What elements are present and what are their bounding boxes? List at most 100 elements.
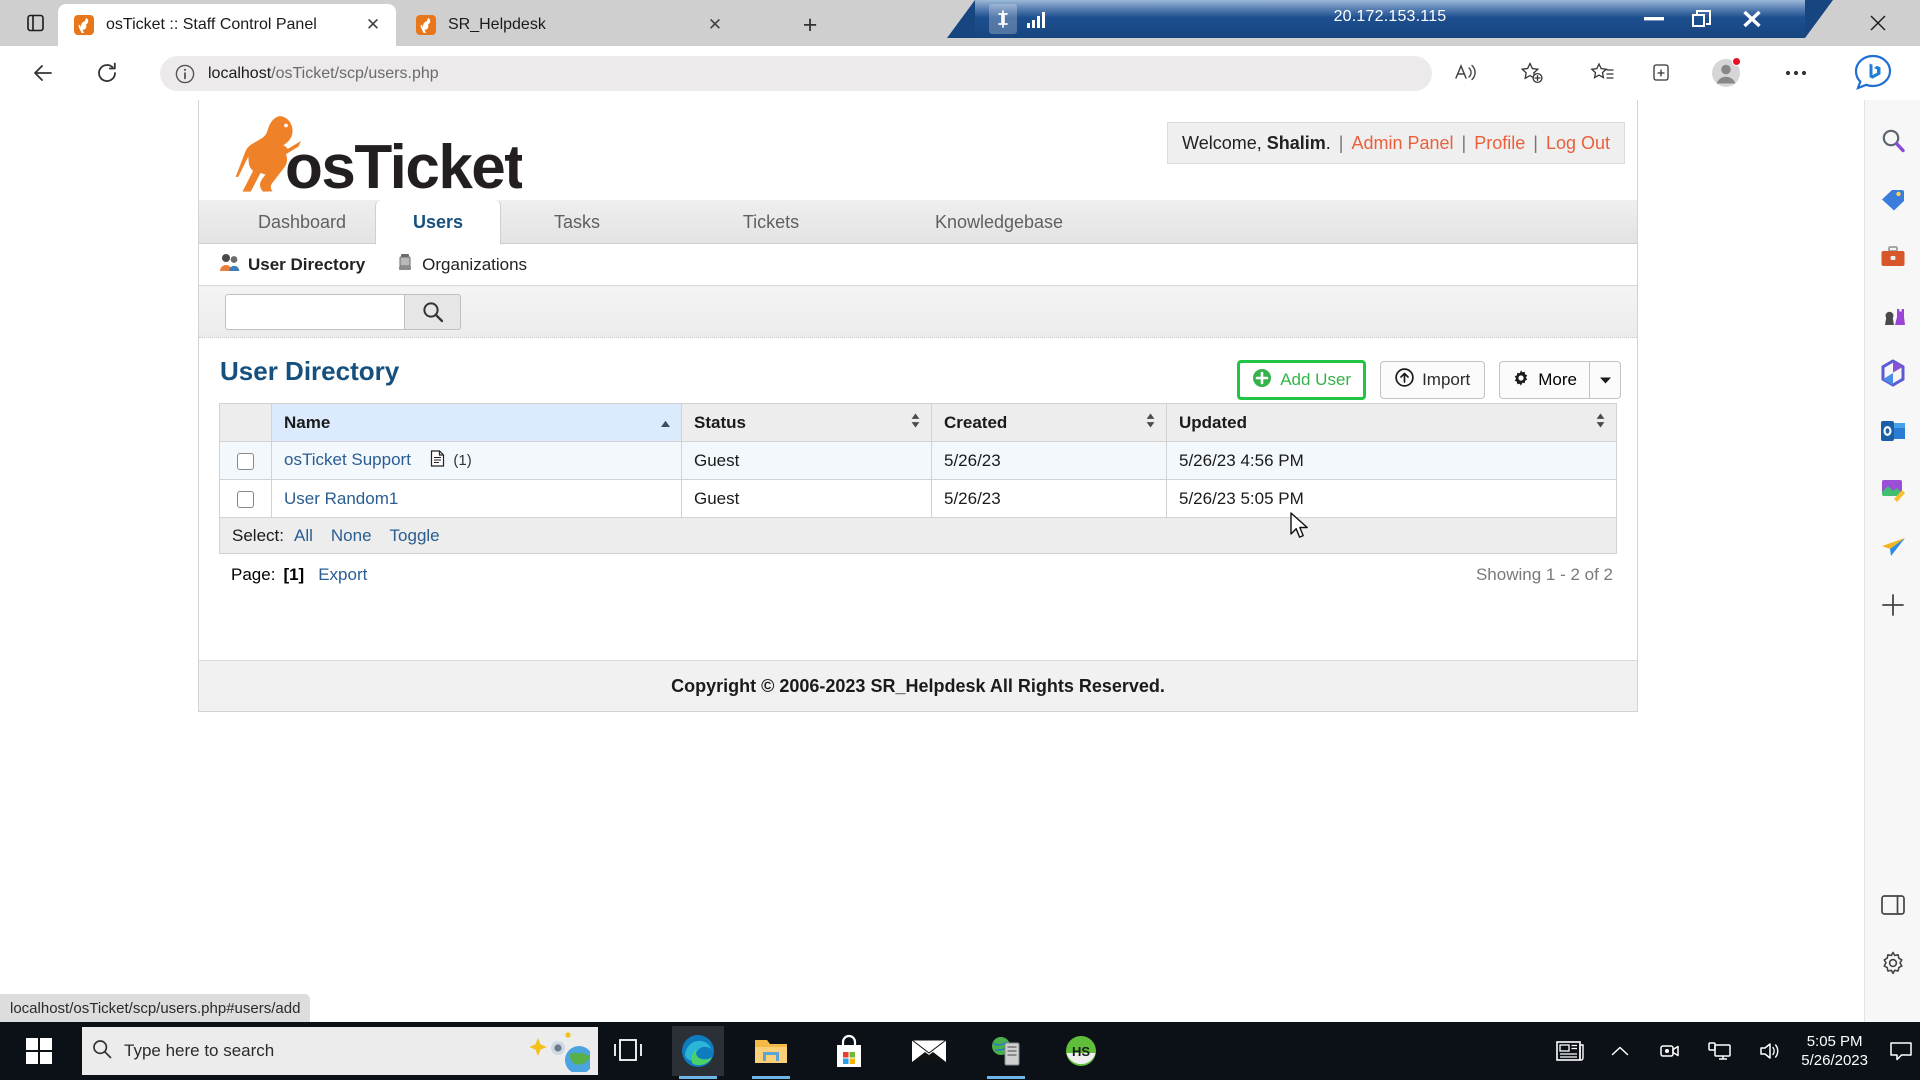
taskbar-app-heidisql[interactable]: HS [1055, 1026, 1107, 1076]
welcome-username: Shalim [1266, 132, 1326, 153]
taskbar-app-microsoft-edge[interactable] [672, 1026, 724, 1079]
cortana-sparkle-icon[interactable] [529, 1030, 593, 1077]
clock-date: 5/26/2023 [1801, 1052, 1868, 1069]
window-close-button[interactable] [1856, 8, 1900, 38]
close-icon[interactable]: ✕ [702, 12, 728, 38]
subnav-item-organizations[interactable]: Organizations [395, 252, 527, 277]
rdp-close-button[interactable] [1729, 0, 1775, 38]
copilot-bing-icon[interactable] [1852, 52, 1894, 94]
windows-taskbar: Type here to search HS 5:05 PM 5/26/2023 [0, 1022, 1920, 1080]
camera-recording-icon[interactable] [1653, 1034, 1687, 1068]
page-viewport: osTicket Welcome, Shalim. | Admin Panel … [0, 100, 1864, 1000]
osticket-favicon [416, 15, 436, 35]
outlook-icon[interactable] [1876, 414, 1910, 448]
add-sidebar-icon[interactable] [1876, 588, 1910, 622]
address-bar[interactable]: localhost/osTicket/scp/users.php [160, 56, 1432, 91]
select-toggle-link[interactable]: Toggle [390, 526, 440, 546]
collections-icon[interactable] [1645, 54, 1683, 92]
gear-icon [1512, 369, 1530, 392]
image-editor-icon[interactable] [1876, 472, 1910, 506]
row-checkbox[interactable] [237, 452, 254, 470]
more-button[interactable]: More [1499, 361, 1589, 399]
search-input[interactable] [225, 293, 405, 330]
task-view-icon[interactable] [612, 1036, 646, 1066]
copyright-footer: Copyright © 2006-2023 SR_Helpdesk All Ri… [198, 660, 1638, 712]
logout-link[interactable]: Log Out [1546, 133, 1610, 154]
pagination-bar: Page: [1] Export Showing 1 - 2 of 2 [219, 554, 1617, 596]
tab-tasks[interactable]: Tasks [517, 200, 637, 244]
tools-briefcase-icon[interactable] [1876, 240, 1910, 274]
admin-panel-link[interactable]: Admin Panel [1351, 133, 1453, 154]
ticket-count: (1) [453, 451, 472, 469]
chevron-up-icon[interactable] [1603, 1034, 1637, 1068]
profile-notification-dot [1732, 57, 1741, 66]
osticket-favicon [74, 15, 94, 35]
subnav-item-user-directory[interactable]: User Directory [219, 252, 365, 277]
windows-start-icon[interactable] [8, 1022, 70, 1080]
sidebar-toggle-icon[interactable] [1876, 888, 1910, 922]
shopping-tag-icon[interactable] [1876, 182, 1910, 216]
document-icon[interactable] [430, 449, 450, 471]
games-chess-icon[interactable] [1876, 298, 1910, 332]
column-header-updated[interactable]: Updated [1166, 403, 1617, 442]
news-weather-icon[interactable] [1553, 1034, 1587, 1068]
cell-status: Guest [681, 441, 932, 480]
tab-title: SR_Helpdesk [448, 16, 546, 33]
taskbar-clock[interactable]: 5:05 PM 5/26/2023 [1801, 1032, 1868, 1070]
taskbar-app-microsoft-store[interactable] [823, 1026, 875, 1076]
import-label: Import [1422, 370, 1471, 389]
browser-tab-osticket[interactable]: osTicket :: Staff Control Panel ✕ [58, 4, 396, 46]
drop-paperplane-icon[interactable] [1876, 530, 1910, 564]
tab-knowledgebase[interactable]: Knowledgebase [899, 200, 1099, 244]
favorites-icon[interactable] [1583, 54, 1621, 92]
select-none-link[interactable]: None [331, 526, 372, 546]
tab-tickets[interactable]: Tickets [711, 200, 831, 244]
read-aloud-icon[interactable] [1447, 54, 1485, 92]
current-page[interactable]: [1] [283, 565, 304, 585]
new-tab-button[interactable]: + [795, 10, 825, 40]
plus-circle-icon [1252, 368, 1280, 393]
reload-icon[interactable] [88, 54, 126, 92]
rdp-restore-button[interactable] [1679, 0, 1725, 38]
gear-icon[interactable] [1876, 946, 1910, 980]
status-bar: localhost/osTicket/scp/users.php#users/a… [0, 994, 311, 1022]
microsoft-365-icon[interactable] [1876, 356, 1910, 390]
info-circle-icon[interactable] [174, 63, 196, 85]
rdp-minimize-button[interactable] [1631, 0, 1677, 38]
select-all-link[interactable]: All [294, 526, 313, 546]
taskbar-app-file-explorer[interactable] [745, 1026, 797, 1079]
row-checkbox[interactable] [237, 490, 254, 508]
close-icon[interactable]: ✕ [360, 12, 386, 38]
add-favorite-icon[interactable] [1513, 54, 1551, 92]
export-link[interactable]: Export [318, 565, 367, 585]
user-name-link[interactable]: User Random1 [284, 489, 398, 508]
search-bar [199, 286, 1637, 338]
select-all-column [219, 403, 272, 442]
column-label: Updated [1179, 412, 1247, 432]
chevron-down-icon[interactable] [1589, 361, 1621, 399]
user-name-link[interactable]: osTicket Support [284, 450, 411, 469]
import-button[interactable]: Import [1380, 361, 1486, 399]
add-user-button[interactable]: Add User [1237, 360, 1367, 400]
taskbar-app-iis-manager[interactable] [980, 1026, 1032, 1079]
back-arrow-icon[interactable] [24, 54, 62, 92]
network-icon[interactable] [1703, 1034, 1737, 1068]
notification-icon[interactable] [1882, 1022, 1920, 1080]
tab-users[interactable]: Users [375, 200, 501, 245]
subnav-label: Organizations [422, 254, 528, 274]
volume-icon[interactable] [1753, 1034, 1787, 1068]
taskbar-app-mail[interactable] [903, 1026, 955, 1076]
column-header-status[interactable]: Status [681, 403, 932, 442]
column-header-name[interactable]: Name [271, 403, 682, 442]
taskbar-search-box[interactable]: Type here to search [82, 1027, 598, 1075]
settings-more-icon[interactable] [1777, 54, 1815, 92]
profile-avatar-icon[interactable] [1707, 54, 1745, 92]
search-icon[interactable] [1876, 124, 1910, 158]
profile-link[interactable]: Profile [1474, 133, 1525, 154]
column-header-created[interactable]: Created [931, 403, 1167, 442]
search-icon[interactable] [405, 293, 461, 330]
tab-search-icon[interactable] [20, 8, 50, 38]
tab-dashboard[interactable]: Dashboard [237, 200, 367, 244]
browser-tab-srhelpdesk[interactable]: SR_Helpdesk ✕ [400, 4, 738, 46]
sort-both-icon [910, 412, 921, 433]
